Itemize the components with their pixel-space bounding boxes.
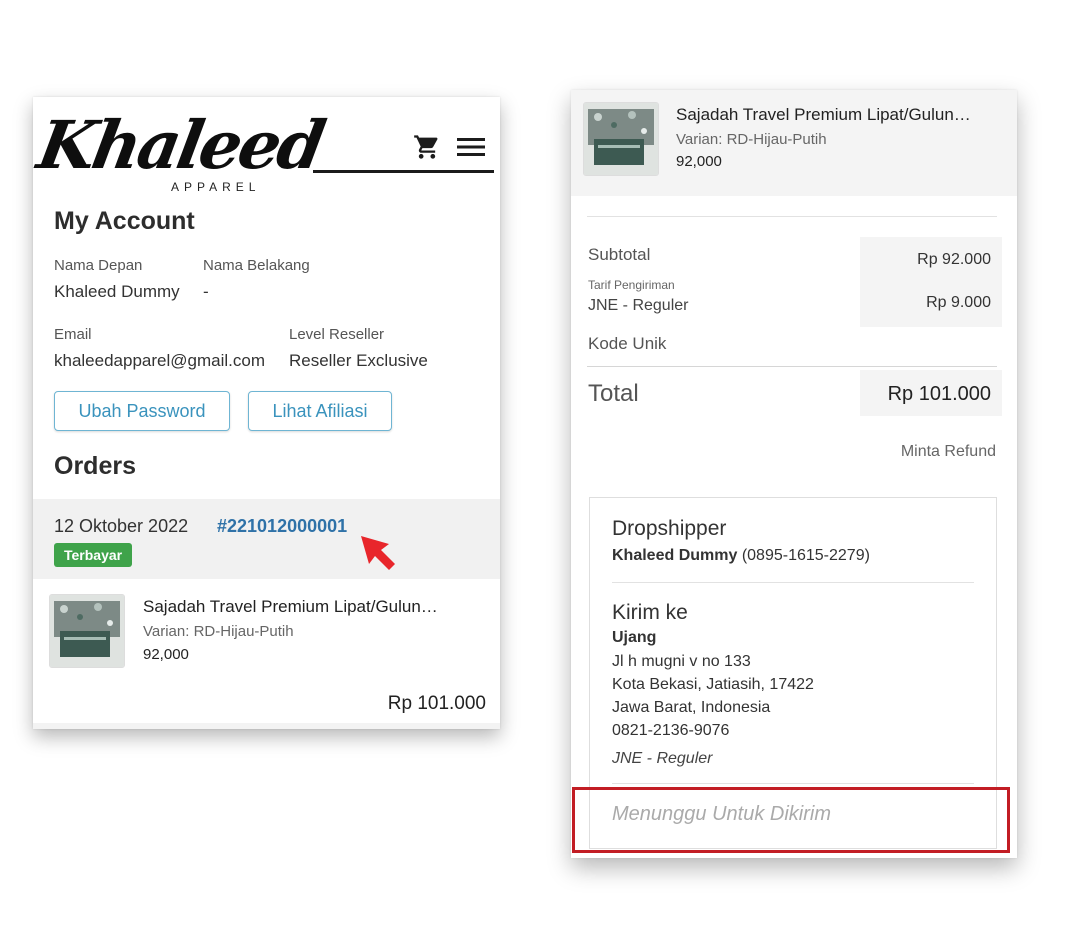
product-variant: Varian: RD-Hijau-Putih [143, 623, 294, 640]
divider [612, 582, 974, 583]
shipping-service: JNE - Reguler [588, 297, 689, 314]
logo-sub-text: APPAREL [171, 180, 261, 194]
product-price: 92,000 [143, 646, 189, 663]
order-item-row[interactable]: Sajadah Travel Premium Lipat/Gulun… Vari… [33, 579, 500, 689]
order-date: 12 Oktober 2022 [54, 516, 189, 536]
unique-code-label: Kode Unik [588, 334, 667, 353]
product-name: Sajadah Travel Premium Lipat/Gulun… [676, 105, 971, 124]
subtotal-label: Subtotal [588, 245, 651, 264]
product-price: 92,000 [676, 153, 722, 170]
my-account-title: My Account [54, 207, 195, 235]
header-divider [313, 170, 494, 173]
courier-service: JNE - Reguler [612, 750, 713, 767]
recipient-phone: 0821-2136-9076 [612, 722, 730, 739]
last-name-label: Nama Belakang [203, 257, 310, 274]
change-password-button[interactable]: Ubah Password [54, 391, 230, 431]
last-name-value: - [203, 282, 209, 301]
recipient-name: Ujang [612, 629, 657, 646]
hamburger-menu-icon[interactable] [457, 135, 485, 159]
request-refund-link[interactable]: Minta Refund [901, 443, 996, 461]
logo-script-text: Khaleed [33, 106, 329, 184]
status-highlight-frame [572, 787, 1010, 853]
address-line-3: Jawa Barat, Indonesia [612, 699, 771, 716]
product-name: Sajadah Travel Premium Lipat/Gulun… [143, 597, 438, 616]
email-label: Email [54, 326, 92, 343]
product-variant: Varian: RD-Hijau-Putih [676, 131, 827, 148]
shipping-value: Rp 9.000 [926, 294, 991, 311]
first-name-value: Khaleed Dummy [54, 282, 180, 301]
divider [587, 216, 997, 217]
dropshipper-heading: Dropshipper [612, 517, 727, 540]
paid-status-badge: Terbayar [54, 543, 133, 567]
dropshipper-info: Khaleed Dummy (0895-1615-2279) [612, 547, 870, 565]
dropshipper-name: Khaleed Dummy [612, 547, 738, 564]
ship-to-heading: Kirim ke [612, 601, 688, 624]
order-header: 12 Oktober 2022 #221012000001 Terbayar [33, 499, 500, 579]
account-panel: Khaleed APPAREL My Account Nama Depan Kh… [33, 97, 500, 729]
khaleed-logo[interactable]: Khaleed APPAREL [33, 105, 328, 195]
detail-item-row: Sajadah Travel Premium Lipat/Gulun… Vari… [571, 90, 1017, 196]
product-thumbnail [583, 102, 659, 176]
cart-icon[interactable] [413, 133, 441, 161]
address-line-1: Jl h mugni v no 133 [612, 653, 751, 670]
address-line-2: Kota Bekasi, Jatiasih, 17422 [612, 676, 814, 693]
order-detail-panel: Sajadah Travel Premium Lipat/Gulun… Vari… [571, 90, 1017, 858]
divider [612, 783, 974, 784]
orders-title: Orders [54, 452, 136, 480]
product-thumbnail [49, 594, 125, 668]
total-value: Rp 101.000 [887, 383, 991, 405]
divider [587, 366, 997, 367]
total-label: Total [588, 380, 639, 407]
view-affiliate-button[interactable]: Lihat Afiliasi [248, 391, 392, 431]
dropshipper-phone: (0895-1615-2279) [741, 547, 870, 564]
reseller-level-label: Level Reseller [289, 326, 385, 343]
pointer-arrow-icon [361, 536, 395, 570]
reseller-level-value: Reseller Exclusive [289, 351, 428, 370]
first-name-label: Nama Depan [54, 257, 143, 274]
shipping-rate-label: Tarif Pengiriman [588, 278, 675, 292]
subtotal-value: Rp 92.000 [917, 251, 991, 268]
email-value: khaleedapparel@gmail.com [54, 351, 265, 370]
panel-bottom-strip [33, 723, 500, 729]
order-total: Rp 101.000 [353, 685, 500, 723]
order-number-link[interactable]: #221012000001 [217, 516, 347, 537]
